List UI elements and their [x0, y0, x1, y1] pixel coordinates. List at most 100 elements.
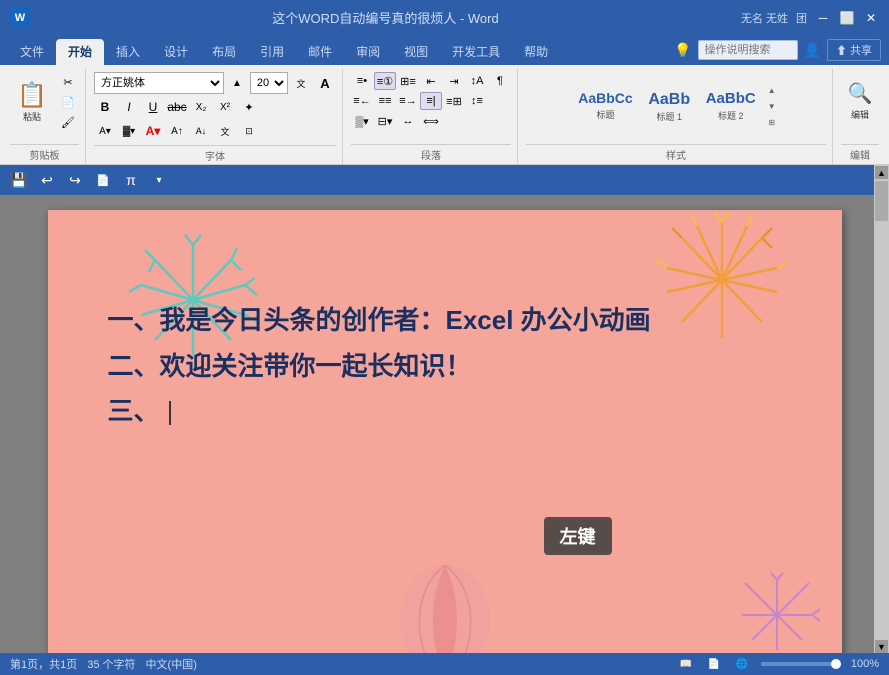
tab-help[interactable]: 帮助: [512, 39, 560, 65]
font-size-up[interactable]: A↑: [166, 120, 188, 142]
view-mode-web[interactable]: 🌐: [733, 656, 751, 672]
line-spacing[interactable]: ↕≡: [466, 92, 488, 110]
styles-grid: AaBbCc 标题 AaBb 标题 1 AaBbC 标题 2: [572, 87, 761, 126]
underline-button[interactable]: U: [142, 96, 164, 118]
tab-layout[interactable]: 布局: [200, 39, 248, 65]
left-key-tooltip: 左键: [544, 517, 612, 555]
scroll-thumb[interactable]: [875, 195, 888, 221]
numbering-button[interactable]: ≡①: [374, 72, 396, 90]
style-heading2[interactable]: AaBbC 标题 2: [700, 87, 762, 126]
align-left[interactable]: ≡←: [351, 92, 373, 110]
quick-access-customize[interactable]: ▾: [148, 169, 170, 191]
style-normal[interactable]: AaBbCc 标题: [572, 87, 638, 126]
pi-button[interactable]: π: [120, 169, 142, 191]
font-size-btn3[interactable]: A: [314, 74, 336, 92]
styles-section: AaBbCc 标题 AaBb 标题 1 AaBbC 标题 2 ▲ ▼ ⊞ 样式: [520, 69, 833, 164]
text-line-2: 二、欢迎关注带你一起长知识！: [108, 346, 782, 388]
title-controls: 无名 无姓 团 ─ ⬜ ✕: [741, 10, 879, 26]
tab-references[interactable]: 引用: [248, 39, 296, 65]
phonetic-button[interactable]: 文: [214, 120, 236, 142]
zoom-slider[interactable]: [761, 662, 841, 666]
page-info: 第1页，共1页: [10, 656, 77, 672]
tab-home[interactable]: 开始: [56, 39, 104, 65]
editing-label: 编辑: [851, 108, 869, 121]
styles-scroll-down[interactable]: ▼: [764, 100, 780, 114]
tab-view[interactable]: 视图: [392, 39, 440, 65]
superscript-button[interactable]: X²: [214, 96, 236, 118]
user-icon: 👤: [804, 42, 821, 59]
decrease-indent[interactable]: ⇤: [420, 72, 442, 90]
restore-button[interactable]: ⬜: [839, 10, 855, 26]
font-color-row: A▾ ▓▾ A▾ A↑ A↓ 文 ⊡: [94, 120, 336, 142]
font-label: 字体: [94, 145, 336, 165]
show-marks-button[interactable]: ¶: [489, 72, 511, 90]
bold-button[interactable]: B: [94, 96, 116, 118]
border-btn[interactable]: ⊡: [238, 120, 260, 142]
font-size-btn2[interactable]: 文: [290, 74, 312, 92]
style-normal-label: 标题: [596, 108, 614, 121]
font-size-down[interactable]: A↓: [190, 120, 212, 142]
view-mode-print[interactable]: 📄: [705, 656, 723, 672]
styles-expand[interactable]: ⊞: [764, 116, 780, 130]
distributed[interactable]: ≡⊞: [443, 92, 465, 110]
view-mode-read[interactable]: 📖: [677, 656, 695, 672]
text-cursor: [169, 401, 171, 425]
document-info-button[interactable]: 📄: [92, 169, 114, 191]
font-color-button[interactable]: A▾: [142, 120, 164, 142]
tab-mailing[interactable]: 邮件: [296, 39, 344, 65]
clipboard-section: 📋 粘贴 ✂ 📄 🖌 剪贴板: [4, 69, 86, 164]
align-right[interactable]: ≡→: [397, 92, 419, 110]
tab-file[interactable]: 文件: [8, 39, 56, 65]
para-btn4[interactable]: ⟺: [420, 112, 442, 130]
font-name-select[interactable]: 方正姚体: [94, 72, 224, 94]
italic-button[interactable]: I: [118, 96, 140, 118]
borders-button[interactable]: ⊟▾: [374, 112, 396, 130]
redo-button[interactable]: ↪: [64, 169, 86, 191]
text-line-3: 三、: [108, 391, 782, 433]
bullets-button[interactable]: ≡•: [351, 72, 373, 90]
paragraph-section: ≡• ≡① ⊞≡ ⇤ ⇥ ↕A ¶ ≡← ≡≡ ≡→ ≡| ≡⊞ ↕≡ ▒▾ ⊟…: [345, 69, 518, 164]
find-button[interactable]: 🔍 编辑: [841, 73, 879, 128]
cut-button[interactable]: ✂: [57, 73, 79, 91]
subscript-button[interactable]: X₂: [190, 96, 212, 118]
shading-button[interactable]: ▓▾: [118, 120, 140, 142]
status-bar: 第1页，共1页 35 个字符 中文(中国) 📖 📄 🌐 100%: [0, 653, 889, 675]
paste-button[interactable]: 📋 粘贴: [10, 73, 54, 133]
close-button[interactable]: ✕: [863, 10, 879, 26]
ribbon-toolbar: 📋 粘贴 ✂ 📄 🖌 剪贴板 方正姚体 ▲ 20 文 A: [0, 65, 889, 165]
style-heading1[interactable]: AaBb 标题 1: [642, 87, 697, 126]
format-clear-button[interactable]: ✦: [238, 98, 260, 116]
style-h2-preview: AaBbC: [706, 90, 756, 108]
tab-developer[interactable]: 开发工具: [440, 39, 512, 65]
sort-button[interactable]: ↕A: [466, 72, 488, 90]
clipboard-content: 📋 粘贴 ✂ 📄 🖌: [10, 69, 79, 144]
tab-insert[interactable]: 插入: [104, 39, 152, 65]
justify[interactable]: ≡|: [420, 92, 442, 110]
editing-section: 🔍 编辑 编辑: [835, 69, 885, 164]
font-size-select[interactable]: 20: [250, 72, 288, 94]
para-row-3: ▒▾ ⊟▾ ↔ ⟺: [351, 112, 511, 130]
status-right: 📖 📄 🌐 100%: [677, 656, 879, 672]
tab-design[interactable]: 设计: [152, 39, 200, 65]
shading-para[interactable]: ▒▾: [351, 112, 373, 130]
increase-indent[interactable]: ⇥: [443, 72, 465, 90]
copy-button[interactable]: 📄: [57, 93, 79, 111]
user-name: 无名 无姓: [741, 10, 788, 26]
format-painter-button[interactable]: 🖌: [57, 113, 79, 131]
text-highlight-button[interactable]: A▾: [94, 120, 116, 142]
font-size-decrease[interactable]: ▲: [226, 74, 248, 92]
share-button[interactable]: ⬆ 共享: [827, 39, 881, 61]
tab-review[interactable]: 审阅: [344, 39, 392, 65]
multilevel-list[interactable]: ⊞≡: [397, 72, 419, 90]
para-btn3[interactable]: ↔: [397, 112, 419, 130]
strikethrough-button[interactable]: abc: [166, 96, 188, 118]
align-center[interactable]: ≡≡: [374, 92, 396, 110]
minimize-button[interactable]: ─: [815, 10, 831, 26]
undo-button[interactable]: ↩: [36, 169, 58, 191]
search-input[interactable]: [698, 40, 798, 60]
styles-scroll-up[interactable]: ▲: [764, 84, 780, 98]
save-button[interactable]: 💾: [8, 169, 30, 191]
style-h1-preview: AaBb: [648, 90, 690, 109]
scrollbar-right[interactable]: ▲ ▼: [874, 195, 889, 653]
scroll-down-btn[interactable]: ▼: [875, 640, 888, 653]
